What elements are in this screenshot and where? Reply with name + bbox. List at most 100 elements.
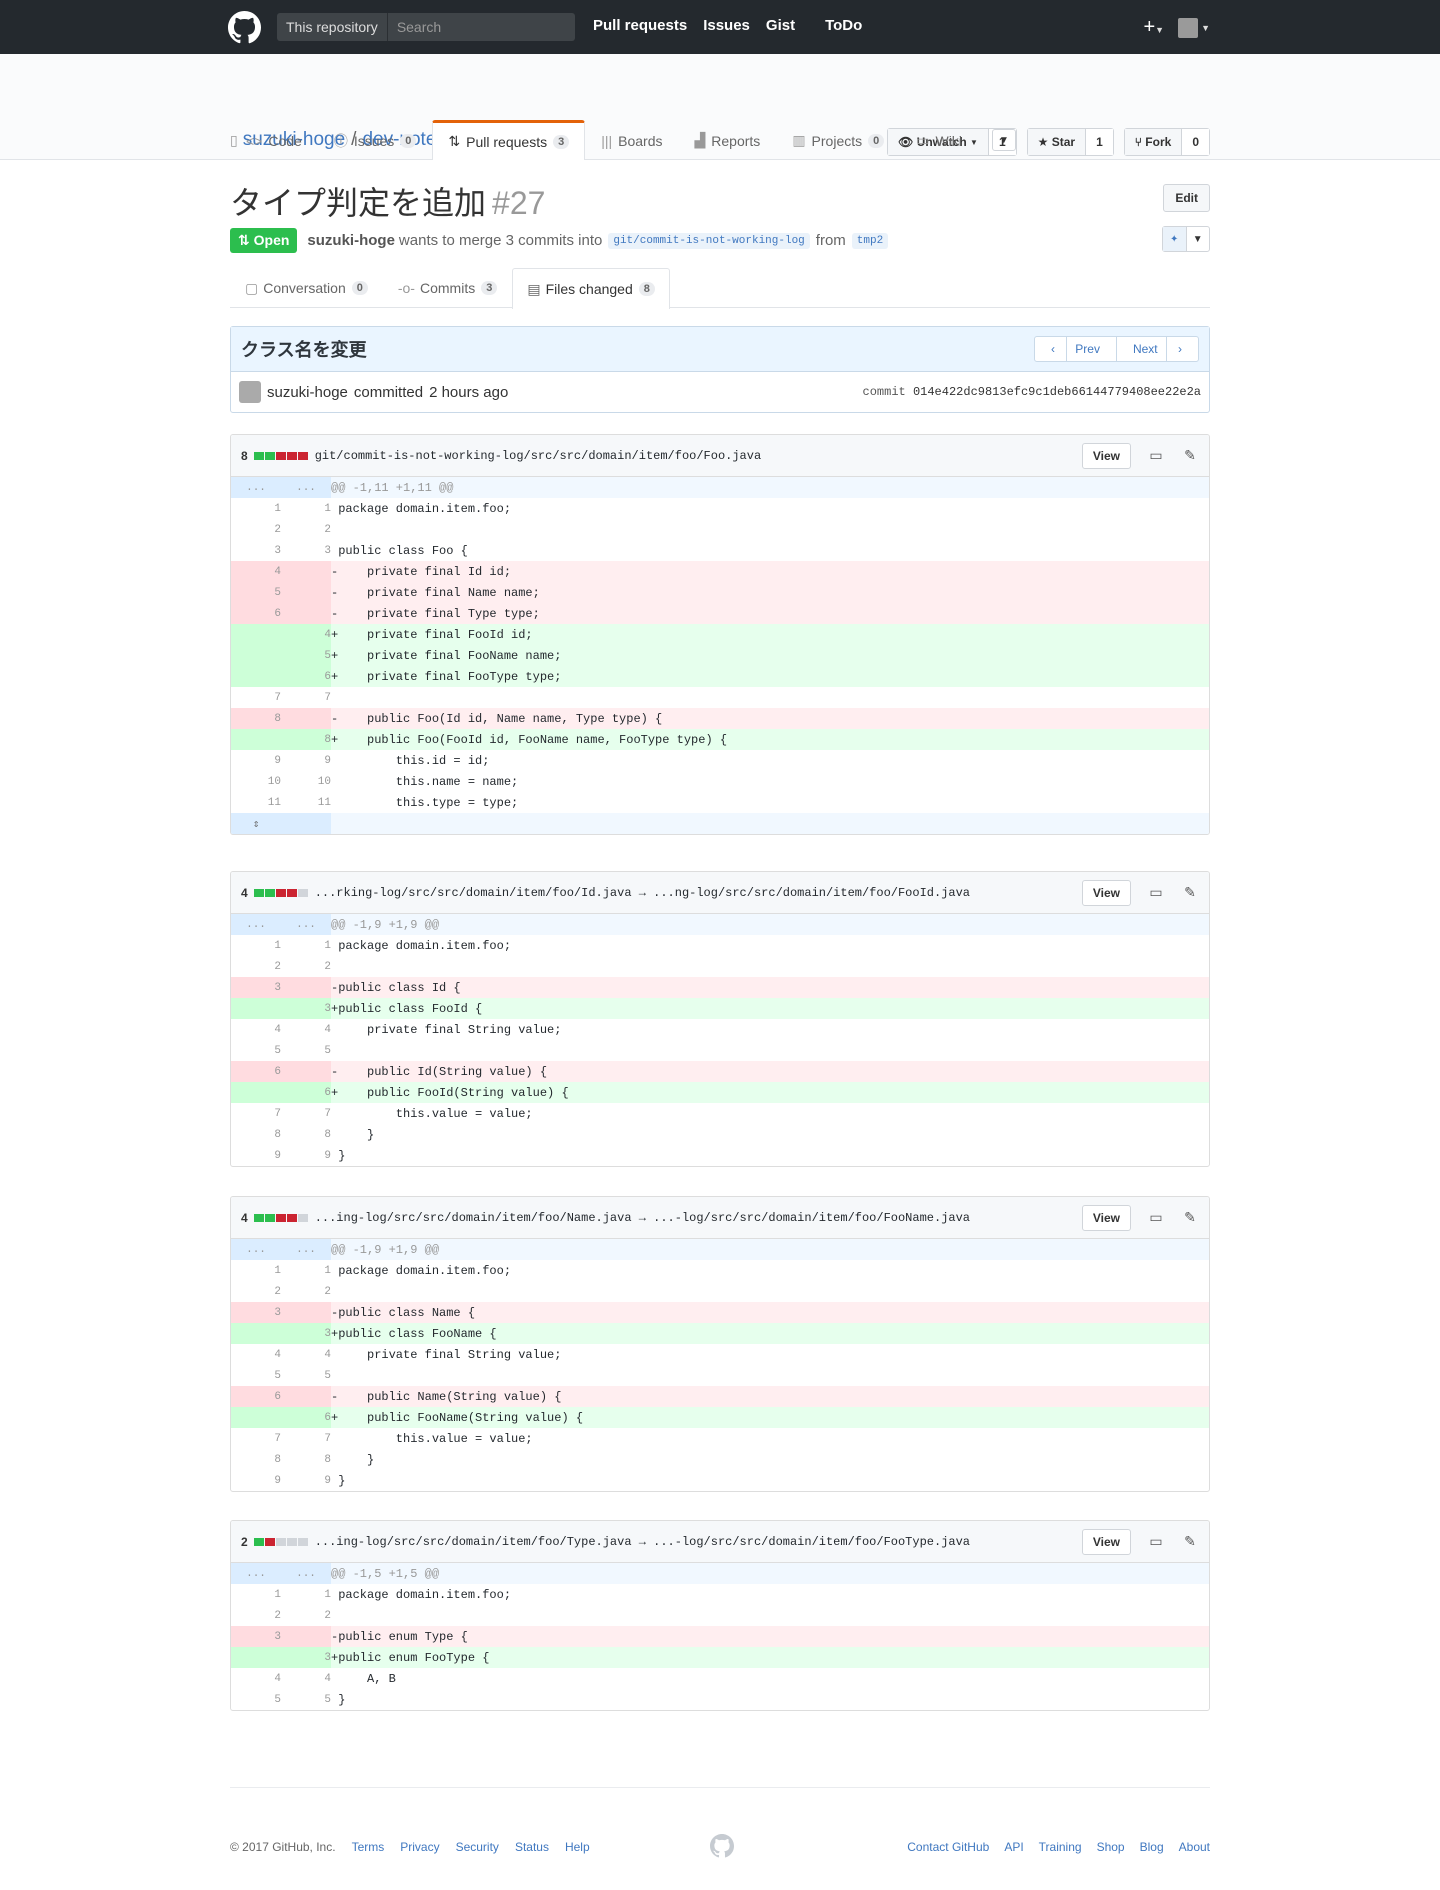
pencil-icon[interactable]: ✎ — [1181, 884, 1199, 901]
old-line-number[interactable] — [231, 624, 281, 645]
new-line-number[interactable] — [281, 708, 331, 729]
old-line-number[interactable] — [231, 729, 281, 750]
old-line-number[interactable]: 5 — [231, 1365, 281, 1386]
unfold-icon[interactable]: ⇕ — [231, 813, 281, 834]
prev-commit-button[interactable]: ‹ Prev — [1035, 337, 1117, 361]
new-line-number[interactable]: 1 — [281, 935, 331, 956]
old-line-number[interactable]: 5 — [231, 1689, 281, 1710]
old-line-number[interactable]: 3 — [231, 977, 281, 998]
tab-commits[interactable]: -o- Commits 3 — [383, 268, 512, 307]
old-line-number[interactable]: 7 — [231, 1103, 281, 1124]
new-line-number[interactable]: 8 — [281, 729, 331, 750]
next-commit-button[interactable]: Next › — [1117, 337, 1198, 361]
view-file-button[interactable]: View — [1081, 1204, 1131, 1231]
footer-link-terms[interactable]: Terms — [352, 1840, 385, 1854]
tab-code[interactable]: <> Code — [230, 120, 318, 160]
new-line-number[interactable]: 5 — [281, 1689, 331, 1710]
commit-sha[interactable]: 014e422dc9813efc9c1deb66144779408ee22e2a — [913, 385, 1201, 399]
footer-link-api[interactable]: API — [1004, 1840, 1023, 1854]
old-line-number[interactable]: 3 — [231, 1626, 281, 1647]
old-line-number[interactable] — [231, 666, 281, 687]
new-line-number[interactable] — [281, 1626, 331, 1647]
new-line-number[interactable]: 9 — [281, 1145, 331, 1166]
new-line-number[interactable] — [281, 582, 331, 603]
new-line-number[interactable]: 7 — [281, 1103, 331, 1124]
view-file-button[interactable]: View — [1081, 1528, 1131, 1555]
new-line-number[interactable]: 2 — [281, 1281, 331, 1302]
old-line-number[interactable]: 9 — [231, 750, 281, 771]
star-button[interactable]: ★ Star — [1027, 129, 1087, 155]
old-line-number[interactable] — [231, 1082, 281, 1103]
star-count[interactable]: 1 — [1086, 129, 1113, 155]
new-line-number[interactable]: 3 — [281, 1647, 331, 1668]
old-line-number[interactable]: 1 — [231, 935, 281, 956]
old-line-number[interactable] — [231, 1407, 281, 1428]
footer-link-security[interactable]: Security — [456, 1840, 499, 1854]
new-line-number[interactable]: 2 — [281, 956, 331, 977]
new-line-number[interactable]: ... — [281, 1239, 331, 1260]
old-line-number[interactable]: 2 — [231, 956, 281, 977]
view-file-button[interactable]: View — [1081, 879, 1131, 906]
new-line-number[interactable] — [281, 1386, 331, 1407]
tab-conversation[interactable]: ▢ Conversation 0 — [230, 268, 383, 307]
old-line-number[interactable]: 2 — [231, 519, 281, 540]
new-line-number[interactable]: 8 — [281, 1124, 331, 1145]
old-line-number[interactable]: 9 — [231, 1145, 281, 1166]
new-line-number[interactable] — [281, 1061, 331, 1082]
old-line-number[interactable] — [231, 645, 281, 666]
new-line-number[interactable]: 4 — [281, 624, 331, 645]
new-line-number[interactable]: 2 — [281, 519, 331, 540]
footer-link-privacy[interactable]: Privacy — [400, 1840, 439, 1854]
footer-link-blog[interactable]: Blog — [1140, 1840, 1164, 1854]
old-line-number[interactable]: 6 — [231, 603, 281, 624]
old-line-number[interactable]: 1 — [231, 498, 281, 519]
tab-files-changed[interactable]: ▤ Files changed 8 — [512, 268, 670, 309]
old-line-number[interactable]: 8 — [231, 1124, 281, 1145]
old-line-number[interactable]: 9 — [231, 1470, 281, 1491]
old-line-number[interactable] — [231, 1647, 281, 1668]
pencil-icon[interactable]: ✎ — [1181, 1533, 1199, 1550]
footer-link-shop[interactable]: Shop — [1097, 1840, 1125, 1854]
new-line-number[interactable]: 1 — [281, 498, 331, 519]
old-line-number[interactable]: 8 — [231, 708, 281, 729]
old-line-number[interactable] — [231, 998, 281, 1019]
nav-todo[interactable]: ToDo — [825, 17, 862, 34]
old-line-number[interactable]: 11 — [231, 792, 281, 813]
footer-link-training[interactable]: Training — [1039, 1840, 1082, 1854]
file-path[interactable]: ...ing-log/src/src/domain/item/foo/Name.… — [315, 1211, 970, 1225]
old-line-number[interactable]: 7 — [231, 1428, 281, 1449]
new-line-number[interactable]: 5 — [281, 645, 331, 666]
old-line-number[interactable]: 4 — [231, 1019, 281, 1040]
old-line-number[interactable]: 3 — [231, 1302, 281, 1323]
new-line-number[interactable]: 7 — [281, 1428, 331, 1449]
old-line-number[interactable]: 4 — [231, 1344, 281, 1365]
old-line-number[interactable]: 10 — [231, 771, 281, 792]
file-path[interactable]: ...rking-log/src/src/domain/item/foo/Id.… — [315, 886, 970, 900]
new-line-number[interactable]: ... — [281, 477, 331, 498]
old-line-number[interactable]: 4 — [231, 561, 281, 582]
view-file-button[interactable]: View — [1081, 442, 1131, 469]
new-line-number[interactable]: 4 — [281, 1019, 331, 1040]
user-menu-button[interactable]: ▼ — [1178, 17, 1210, 38]
old-line-number[interactable]: 3 — [231, 540, 281, 561]
new-line-number[interactable]: 5 — [281, 1040, 331, 1061]
new-line-number[interactable] — [281, 1302, 331, 1323]
tab-pull-requests[interactable]: ⇅ Pull requests 3 — [432, 120, 586, 160]
new-line-number[interactable]: 10 — [281, 771, 331, 792]
search-input[interactable]: Search — [388, 19, 441, 35]
desktop-icon[interactable]: ▭ — [1147, 1209, 1165, 1226]
desktop-icon[interactable]: ▭ — [1147, 1533, 1165, 1550]
create-new-button[interactable]: +▼ — [1143, 16, 1164, 39]
new-line-number[interactable]: 3 — [281, 1323, 331, 1344]
tab-projects[interactable]: ▥ Projects 0 — [776, 120, 900, 160]
pencil-icon[interactable]: ✎ — [1181, 1209, 1199, 1226]
edit-button[interactable]: Edit — [1163, 184, 1210, 212]
new-line-number[interactable]: 8 — [281, 1449, 331, 1470]
old-line-number[interactable]: 2 — [231, 1281, 281, 1302]
pencil-icon[interactable]: ✎ — [1181, 447, 1199, 464]
old-line-number[interactable]: 1 — [231, 1260, 281, 1281]
tab-wiki[interactable]: ▭ Wiki — [900, 120, 978, 160]
new-line-number[interactable]: 6 — [281, 1407, 331, 1428]
tab-reports[interactable]: ▟ Reports — [679, 120, 777, 160]
new-line-number[interactable]: 9 — [281, 1470, 331, 1491]
